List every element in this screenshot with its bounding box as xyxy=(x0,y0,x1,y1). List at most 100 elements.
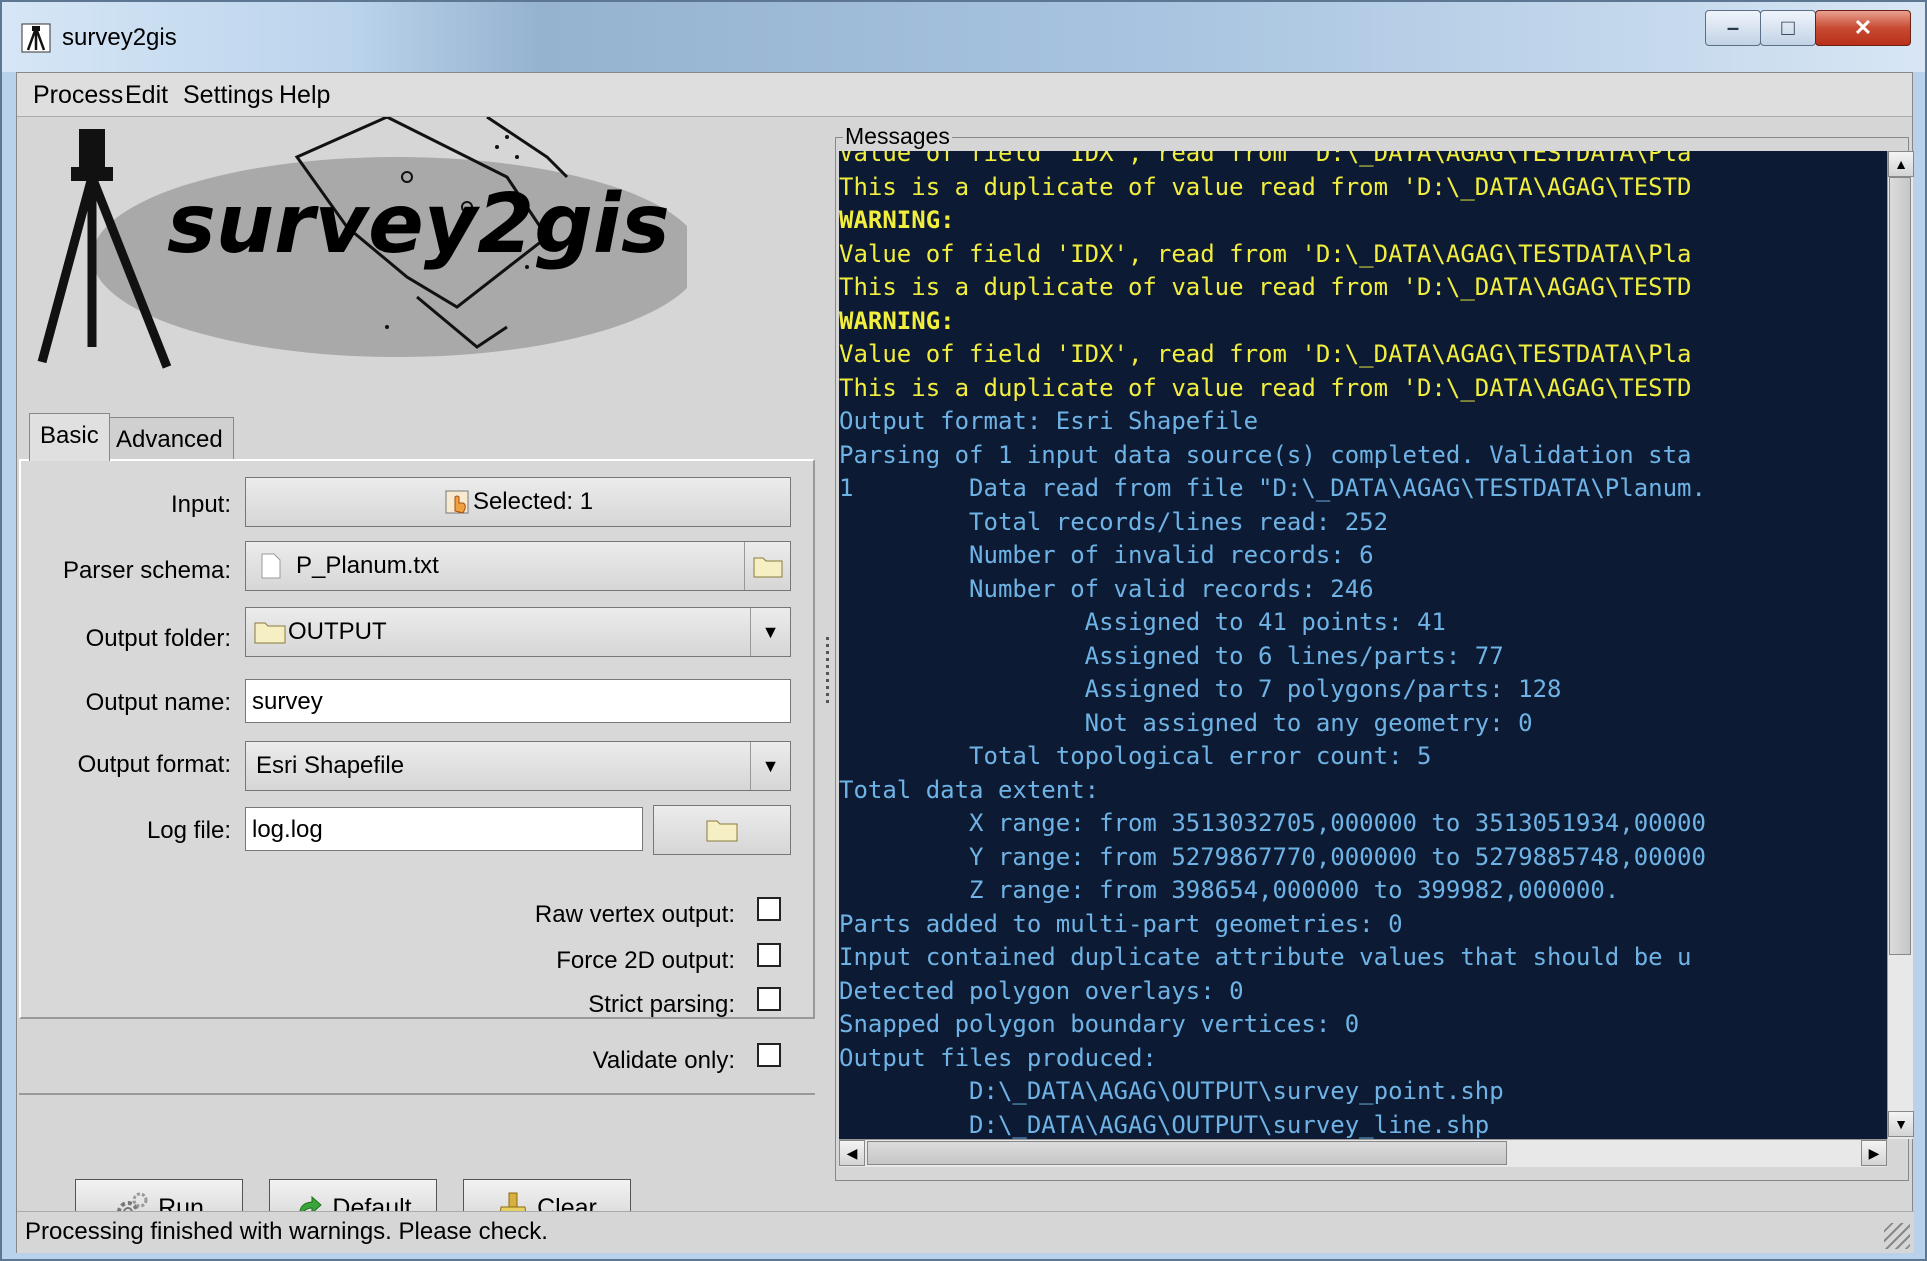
strict-parsing-checkbox[interactable] xyxy=(757,987,781,1011)
scroll-right-icon[interactable]: ▶ xyxy=(1861,1140,1887,1166)
console-line: Value of field 'IDX', read from 'D:\_DAT… xyxy=(839,340,1692,368)
console-line: Number of invalid records: 6 xyxy=(839,541,1374,569)
console-line: Not assigned to any geometry: 0 xyxy=(839,708,1533,737)
force-2d-output-label: Force 2D output: xyxy=(556,947,735,974)
console-line: 1 Data read from file "D:\_DATA\AGAG\TES… xyxy=(839,474,1706,502)
folder-icon xyxy=(706,820,738,842)
console-line: Y range: from 5279867770,000000 to 52798… xyxy=(839,842,1706,871)
scroll-left-icon[interactable]: ◀ xyxy=(839,1140,865,1166)
console-line: Assigned to 6 lines/parts: 77 xyxy=(839,641,1504,670)
status-message: Processing finished with warnings. Pleas… xyxy=(25,1218,548,1245)
menu-process[interactable]: Process xyxy=(33,81,123,110)
console-line: Output format: Esri Shapefile xyxy=(839,407,1259,435)
tab-basic[interactable]: Basic xyxy=(29,413,110,461)
close-button[interactable]: ✕ xyxy=(1815,10,1911,46)
console-line: Z range: from 398654,000000 to 399982,00… xyxy=(839,876,1620,904)
console-line: This is a duplicate of value read from '… xyxy=(839,172,1692,201)
console-line: WARNING: xyxy=(839,206,955,234)
left-panel: survey2gis Basic Advanced Input: Selecte… xyxy=(17,117,819,1181)
raw-vertex-output-label: Raw vertex output: xyxy=(534,901,735,928)
validate-only-checkbox[interactable] xyxy=(757,1043,781,1067)
scroll-up-icon[interactable]: ▲ xyxy=(1888,151,1914,177)
minimize-button[interactable]: – xyxy=(1705,10,1761,46)
console-line: Snapped polygon boundary vertices: 0 xyxy=(839,1010,1360,1038)
log-file-browse-button[interactable] xyxy=(653,805,791,855)
input-label: Input: xyxy=(170,491,231,518)
input-selected-text: Selected: 1 xyxy=(472,488,594,515)
output-folder-value: OUTPUT xyxy=(288,618,387,645)
messages-title: Messages xyxy=(843,123,952,150)
vertical-scroll-thumb[interactable] xyxy=(1889,177,1911,955)
title-bar[interactable]: survey2gis – □ ✕ xyxy=(2,2,1925,72)
vertical-scrollbar[interactable]: ▲ ▼ xyxy=(1887,151,1914,1139)
console-line: Assigned to 41 points: 41 xyxy=(839,608,1446,636)
menu-settings[interactable]: Settings xyxy=(183,81,273,110)
parser-schema-field[interactable]: P_Planum.txt xyxy=(245,541,791,591)
console-line: Number of valid records: 246 xyxy=(839,574,1374,603)
basic-tab-panel: Input: Selected: 1 Parser schema: P_Plan… xyxy=(19,459,815,1019)
horizontal-scrollbar[interactable]: ◀ ▶ xyxy=(839,1139,1887,1167)
force-2d-output-checkbox[interactable] xyxy=(757,943,781,967)
log-file-label: Log file: xyxy=(146,817,231,844)
console-line: Assigned to 7 polygons/parts: 128 xyxy=(839,675,1562,703)
output-format-combo[interactable]: Esri Shapefile ▼ xyxy=(245,741,791,791)
divider xyxy=(19,1093,815,1095)
parser-schema-browse-button[interactable] xyxy=(744,542,790,590)
status-bar: Processing finished with warnings. Pleas… xyxy=(17,1211,1914,1253)
console-line: WARNING: xyxy=(839,306,955,335)
folder-icon xyxy=(753,557,782,578)
survey2gis-logo: survey2gis xyxy=(37,117,687,369)
console-line: This is a duplicate of value read from '… xyxy=(839,273,1692,301)
scroll-down-icon[interactable]: ▼ xyxy=(1888,1111,1914,1137)
maximize-icon: □ xyxy=(1781,15,1795,40)
menu-help[interactable]: Help xyxy=(279,81,330,110)
console-line: Value of field 'IDX', read from 'D:\_DAT… xyxy=(839,151,1692,167)
resize-grip-icon[interactable] xyxy=(1884,1223,1910,1249)
client-area: Process Edit Settings Help survey2gis Ba… xyxy=(16,72,1914,1253)
logo-text: survey2gis xyxy=(167,177,670,272)
minimize-icon: – xyxy=(1726,15,1740,40)
menu-bar: Process Edit Settings Help xyxy=(17,73,1912,117)
close-icon: ✕ xyxy=(1853,15,1873,40)
document-icon xyxy=(261,553,281,579)
window-controls: – □ ✕ xyxy=(1705,10,1911,46)
console-line: This is a duplicate of value read from '… xyxy=(839,373,1692,402)
app-window: survey2gis – □ ✕ Process Edit Settings H… xyxy=(0,0,1927,1261)
menu-edit[interactable]: Edit xyxy=(125,81,168,110)
console-line: Total data extent: xyxy=(839,775,1100,804)
chevron-down-icon[interactable]: ▼ xyxy=(750,608,790,656)
strict-parsing-label: Strict parsing: xyxy=(588,991,735,1018)
window-title: survey2gis xyxy=(62,24,177,51)
console-line: D:\_DATA\AGAG\OUTPUT\survey_line.shp xyxy=(839,1110,1490,1139)
maximize-button[interactable]: □ xyxy=(1760,10,1816,46)
output-name-label: Output name: xyxy=(85,689,231,716)
console-line: Output files produced: xyxy=(839,1043,1157,1072)
horizontal-scroll-thumb[interactable] xyxy=(867,1141,1507,1165)
console-line: Value of field 'IDX', read from 'D:\_DAT… xyxy=(839,239,1692,268)
output-folder-combo[interactable]: OUTPUT ▼ xyxy=(245,607,791,657)
console-line: Total topological error count: 5 xyxy=(839,742,1432,770)
folder-icon xyxy=(254,622,286,644)
messages-console[interactable]: Value of field 'IDX', read from 'D:\_DAT… xyxy=(839,151,1887,1139)
validate-only-label: Validate only: xyxy=(592,1047,735,1074)
parser-schema-label: Parser schema: xyxy=(62,557,231,584)
input-select-button[interactable]: Selected: 1 xyxy=(245,477,791,527)
console-line: D:\_DATA\AGAG\OUTPUT\survey_point.shp xyxy=(839,1077,1504,1105)
output-folder-label: Output folder: xyxy=(85,625,231,652)
output-name-input[interactable]: survey xyxy=(245,679,791,723)
hand-cursor-icon xyxy=(445,490,469,514)
console-line: Parts added to multi-part geometries: 0 xyxy=(839,909,1403,938)
tripod-icon xyxy=(21,23,51,53)
console-line: Detected polygon overlays: 0 xyxy=(839,976,1244,1005)
raw-vertex-output-checkbox[interactable] xyxy=(757,897,781,921)
output-format-value: Esri Shapefile xyxy=(256,752,405,779)
output-format-label: Output format: xyxy=(77,751,231,778)
tab-advanced[interactable]: Advanced xyxy=(105,417,234,459)
parser-schema-value: P_Planum.txt xyxy=(296,552,439,579)
console-line: X range: from 3513032705,000000 to 35130… xyxy=(839,809,1706,837)
log-file-input[interactable]: log.log xyxy=(245,807,643,851)
messages-group: Messages Value of field 'IDX', read from… xyxy=(829,123,1914,1181)
console-line: Parsing of 1 input data source(s) comple… xyxy=(839,440,1692,469)
chevron-down-icon[interactable]: ▼ xyxy=(750,742,790,790)
console-line: Input contained duplicate attribute valu… xyxy=(839,943,1692,971)
